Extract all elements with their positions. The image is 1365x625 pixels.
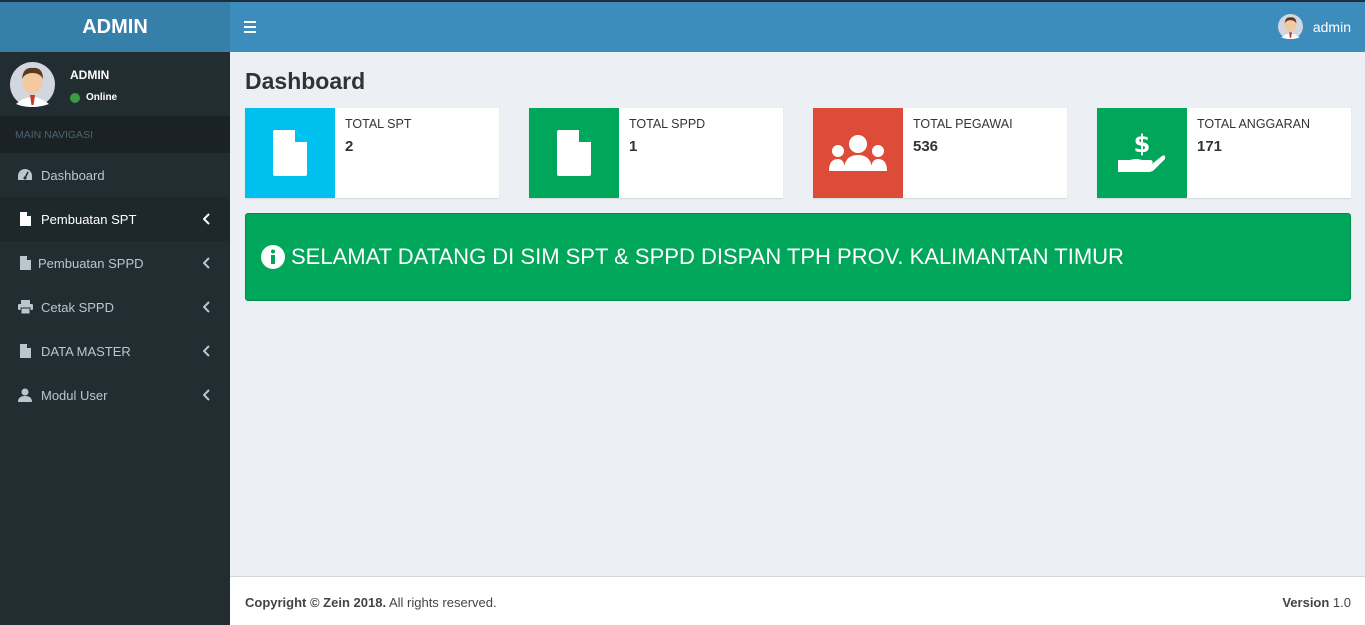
welcome-text: SELAMAT DATANG DI SIM SPT & SPPD DISPAN …	[291, 244, 1124, 269]
page-title: Dashboard	[245, 68, 366, 94]
sidebar-item-data-master[interactable]: DATA MASTER	[0, 329, 230, 373]
user-status[interactable]: Online	[70, 92, 117, 103]
sidebar-item-dashboard[interactable]: Dashboard	[0, 153, 230, 197]
user-status-label: Online	[86, 92, 118, 103]
users-group-icon	[829, 135, 887, 171]
sidebar-item-label: Dashboard	[41, 167, 105, 183]
chevron-left-icon	[203, 213, 210, 225]
user-panel: ADMIN Online	[0, 52, 230, 116]
user-menu[interactable]: admin	[1277, 14, 1351, 39]
nav-header: MAIN NAVIGASI	[0, 116, 230, 153]
file-icon	[17, 211, 33, 227]
chevron-left-icon	[203, 345, 210, 357]
footer-copyright: Copyright © Zein 2018. All rights reserv…	[245, 595, 497, 610]
info-box-total-pegawai: TOTAL PEGAWAI 536	[813, 108, 1067, 198]
svg-text:$: $	[1134, 130, 1151, 158]
top-navbar: admin	[230, 2, 1365, 52]
file-icon	[273, 130, 307, 176]
info-box-number: 1	[629, 138, 638, 155]
info-box-label: TOTAL ANGGARAN	[1197, 117, 1310, 131]
sidebar-user-name: ADMIN	[70, 68, 110, 82]
welcome-callout: SELAMAT DATANG DI SIM SPT & SPPD DISPAN …	[245, 213, 1351, 301]
main-content: Dashboard TOTAL SPT 2 TOTAL SPPD 1 TOTAL…	[230, 52, 1365, 576]
sidebar-item-modul-user[interactable]: Modul User	[0, 373, 230, 417]
online-dot-icon	[70, 92, 80, 103]
copyright-rest: All rights reserved.	[386, 595, 497, 610]
chevron-left-icon	[203, 301, 210, 313]
print-icon	[17, 299, 33, 315]
info-box-total-anggaran: $ TOTAL ANGGARAN 171	[1097, 108, 1351, 198]
info-box-number: 2	[345, 138, 354, 155]
user-avatar	[10, 62, 55, 107]
app-logo[interactable]: ADMIN	[0, 2, 230, 52]
info-box-label: TOTAL PEGAWAI	[913, 117, 1013, 131]
chevron-left-icon	[203, 389, 210, 401]
file-icon	[557, 130, 591, 176]
sidebar-item-pembuatan-spt[interactable]: Pembuatan SPT	[0, 197, 230, 241]
sidebar-item-pembuatan-sppd[interactable]: Pembuatan SPPD	[0, 241, 230, 285]
sidebar-item-label: Modul User	[41, 387, 108, 403]
version-label: Version	[1282, 595, 1330, 610]
info-box-icon	[529, 108, 619, 198]
dashboard-gauge-icon	[17, 167, 33, 183]
navbar-user-name: admin	[1312, 18, 1351, 35]
sidebar-item-label: Pembuatan SPPD	[38, 255, 144, 271]
info-box-number: 536	[913, 138, 939, 155]
footer: Copyright © Zein 2018. All rights reserv…	[230, 576, 1365, 625]
info-box-number: 171	[1197, 138, 1223, 155]
version-value: 1.0	[1329, 595, 1351, 610]
sidebar-item-label: DATA MASTER	[41, 343, 131, 359]
chevron-left-icon	[203, 257, 210, 269]
sidebar-item-label: Pembuatan SPT	[41, 211, 137, 227]
info-box-icon	[245, 108, 335, 198]
user-avatar-icon	[1277, 14, 1303, 39]
info-box-icon	[813, 108, 903, 198]
file-icon	[17, 255, 33, 271]
info-box-label: TOTAL SPT	[345, 117, 412, 131]
info-box-icon: $	[1097, 108, 1187, 198]
logo-text: ADMIN	[82, 15, 148, 38]
money-hand-icon: $	[1118, 130, 1166, 172]
info-box-total-spt: TOTAL SPT 2	[245, 108, 499, 198]
copyright-bold: Copyright © Zein 2018.	[245, 595, 387, 610]
sidebar-item-label: Cetak SPPD	[41, 299, 114, 315]
sidebar-item-cetak-sppd[interactable]: Cetak SPPD	[0, 285, 230, 329]
user-icon	[17, 387, 33, 403]
info-box-total-sppd: TOTAL SPPD 1	[529, 108, 783, 198]
footer-version: Version 1.0	[1282, 595, 1351, 610]
info-box-label: TOTAL SPPD	[629, 117, 706, 131]
sidebar: ADMIN Online MAIN NAVIGASI Dashboard Pem…	[0, 52, 230, 625]
hamburger-icon[interactable]	[244, 18, 260, 36]
file-icon	[17, 343, 33, 359]
info-circle-icon	[261, 245, 285, 269]
